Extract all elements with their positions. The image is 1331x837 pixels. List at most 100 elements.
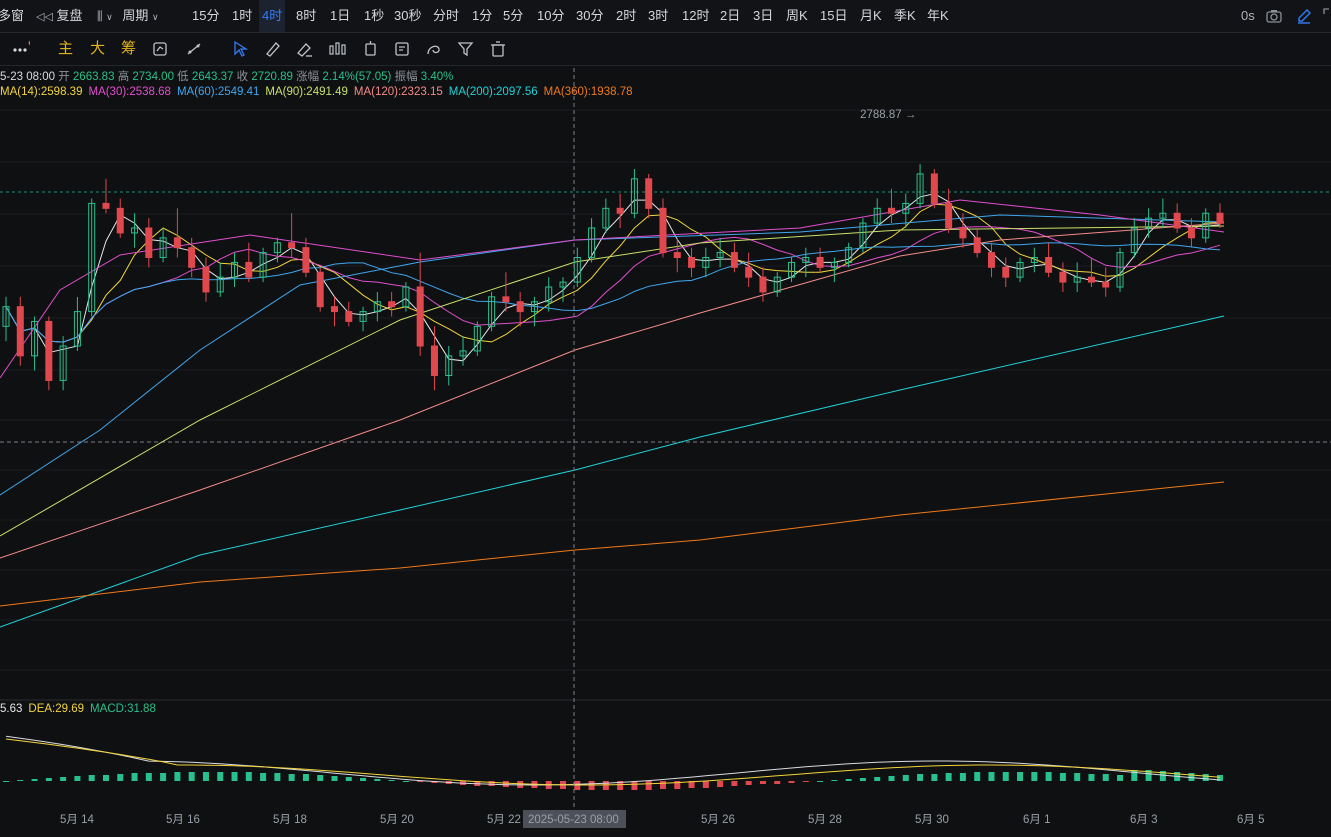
candle-body bbox=[102, 202, 110, 209]
amplitude-value: 3.40% bbox=[420, 71, 454, 83]
macd-bar bbox=[360, 778, 367, 781]
candle-body bbox=[116, 207, 124, 234]
candle-body bbox=[202, 266, 210, 293]
timeframe-6[interactable]: 30秒 bbox=[391, 0, 424, 32]
macd-bar bbox=[1202, 774, 1209, 781]
macd-bar bbox=[602, 781, 609, 790]
timeframe-12[interactable]: 2时 bbox=[613, 0, 639, 32]
timeframe-17[interactable]: 周K bbox=[783, 0, 811, 32]
timeframe-5[interactable]: 1秒 bbox=[361, 0, 387, 32]
candles-tool-icon[interactable] bbox=[328, 40, 346, 58]
timeframe-13[interactable]: 3时 bbox=[645, 0, 671, 32]
max-price-label: 2788.87 → bbox=[860, 109, 916, 121]
measure-icon[interactable] bbox=[296, 40, 314, 58]
timeframe-0[interactable]: 15分 bbox=[189, 0, 222, 32]
timeframe-1[interactable]: 1时 bbox=[229, 0, 255, 32]
macd-bar bbox=[131, 773, 138, 781]
timeframe-16[interactable]: 3日 bbox=[750, 0, 776, 32]
macd-bar bbox=[659, 781, 666, 789]
rewind-icon: ◁◁ bbox=[36, 11, 53, 23]
ma-line bbox=[0, 222, 1225, 559]
candle-body bbox=[330, 306, 338, 313]
timeframe-11[interactable]: 30分 bbox=[573, 0, 606, 32]
macd-bar bbox=[1031, 772, 1038, 781]
macd-bar bbox=[645, 781, 652, 790]
note-icon[interactable] bbox=[394, 40, 412, 58]
ma-legend-item: MA(360):1938.78 bbox=[543, 86, 633, 98]
macd-bar bbox=[145, 773, 152, 781]
timeframe-7[interactable]: 分时 bbox=[430, 0, 462, 32]
x-tick-label: 6月 3 bbox=[1130, 814, 1158, 826]
candle-body bbox=[616, 207, 624, 214]
x-tick-label: 5月 18 bbox=[273, 814, 307, 826]
timeframe-3[interactable]: 8时 bbox=[293, 0, 319, 32]
replay-button[interactable]: ◁◁ 复盘 bbox=[36, 0, 83, 32]
timeframe-10[interactable]: 10分 bbox=[534, 0, 567, 32]
more-icon[interactable] bbox=[12, 40, 30, 58]
camera-icon[interactable] bbox=[1266, 8, 1282, 24]
ma-line bbox=[0, 225, 1225, 537]
multi-window-button[interactable]: 多窗 bbox=[0, 0, 24, 32]
macd-bar bbox=[931, 774, 938, 781]
crosshair-time-label: 2025-05-23 08:00 bbox=[528, 814, 619, 826]
timeframe-15[interactable]: 2日 bbox=[717, 0, 743, 32]
timeframe-19[interactable]: 月K bbox=[857, 0, 885, 32]
macd-legend-item: 5.63 bbox=[0, 703, 23, 715]
ma-legend-item: MA(120):2323.15 bbox=[353, 86, 443, 98]
timeframe-20[interactable]: 季K bbox=[891, 0, 919, 32]
candle-body bbox=[930, 173, 938, 204]
timeframe-21[interactable]: 年K bbox=[924, 0, 952, 32]
chips-button[interactable]: 筹 bbox=[121, 38, 136, 60]
ma-line bbox=[0, 199, 1225, 379]
timeframe-4[interactable]: 1日 bbox=[327, 0, 353, 32]
chart-canvas[interactable]: 2788.87 → 2025-05-23 08:00 5月 14 5月 16 5月 … bbox=[0, 0, 1331, 837]
timeframe-2[interactable]: 4时 bbox=[259, 0, 286, 32]
select-icon[interactable] bbox=[232, 40, 250, 58]
expand-icon[interactable] bbox=[1323, 8, 1331, 24]
ma-legend: MA(14):2598.39 MA(30):2538.68 MA(60):2549.… bbox=[0, 86, 639, 98]
candle-body bbox=[173, 237, 181, 249]
candle-body bbox=[730, 252, 738, 268]
macd-bar bbox=[302, 774, 309, 781]
brush-icon[interactable] bbox=[264, 40, 282, 58]
big-order-button[interactable]: 大 bbox=[90, 38, 105, 60]
candle-body bbox=[516, 301, 524, 313]
chevron-down-icon: ∨ bbox=[152, 12, 159, 22]
macd-bar bbox=[345, 777, 352, 781]
macd-bar bbox=[1088, 774, 1095, 781]
macd-bar bbox=[245, 772, 252, 781]
compare-icon[interactable] bbox=[152, 40, 170, 58]
macd-bar bbox=[1074, 773, 1081, 781]
macd-legend-item: DEA:29.69 bbox=[28, 703, 85, 715]
candle-body bbox=[145, 227, 153, 258]
timeframe-18[interactable]: 15日 bbox=[817, 0, 850, 32]
timeframe-9[interactable]: 5分 bbox=[500, 0, 526, 32]
macd-bar bbox=[917, 774, 924, 781]
trash-icon[interactable] bbox=[489, 40, 507, 58]
top-toolbar: 多窗 ◁◁ 复盘 ⫼ ∨ 周期 ∨ 15分 1时 4时 8时 1日 1秒 30秒 分时 1分 5分… bbox=[0, 0, 1331, 33]
macd-bar bbox=[502, 781, 509, 787]
period-dropdown[interactable]: ⫼ ∨ 周期 ∨ bbox=[97, 0, 159, 32]
macd-bar bbox=[231, 772, 238, 781]
refresh-timer: 0s bbox=[1241, 8, 1255, 23]
macd-bar bbox=[588, 781, 595, 790]
x-tick-label: 5月 16 bbox=[166, 814, 200, 826]
swirl-icon[interactable] bbox=[425, 40, 443, 58]
macd-bar bbox=[974, 772, 981, 781]
timeframe-8[interactable]: 1分 bbox=[469, 0, 495, 32]
pen-icon[interactable] bbox=[1296, 8, 1312, 24]
drawing-toolbar: 主 大 筹 bbox=[0, 33, 1331, 66]
main-indicator-button[interactable]: 主 bbox=[58, 38, 73, 60]
macd-bar bbox=[331, 776, 338, 781]
timeframe-14[interactable]: 12时 bbox=[679, 0, 712, 32]
candle-body bbox=[1045, 257, 1053, 273]
filter-icon[interactable] bbox=[457, 40, 475, 58]
candles bbox=[2, 164, 1224, 391]
candle-body bbox=[16, 306, 24, 357]
candle-body bbox=[888, 207, 896, 214]
ruler-icon[interactable] bbox=[186, 40, 204, 58]
candle-body bbox=[345, 311, 353, 322]
macd-bar bbox=[45, 778, 52, 781]
clock-tool-icon[interactable] bbox=[362, 40, 380, 58]
macd-bar bbox=[759, 781, 766, 784]
